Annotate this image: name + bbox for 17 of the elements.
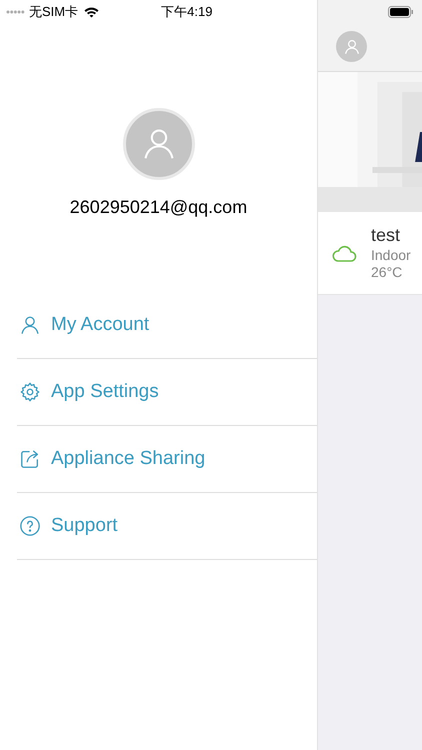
device-temperature: 26°C (371, 264, 404, 282)
device-name: test (371, 224, 402, 247)
email-text: 2602950214@qq.com (70, 196, 248, 219)
wifi-icon (84, 6, 100, 18)
device-location: Indoor (371, 246, 411, 264)
carrier-text: 无SIM卡 (29, 3, 78, 22)
battery-icon (388, 6, 414, 18)
settings-icon (19, 381, 41, 403)
signal-icon (6, 10, 25, 14)
profile-button[interactable] (336, 31, 367, 62)
cloud-icon (331, 243, 357, 263)
device-card[interactable]: test Indoor 26°C (318, 212, 422, 295)
person-icon (19, 314, 41, 336)
person-icon (342, 38, 360, 56)
clock-text: 下午4:19 (161, 3, 212, 22)
help-icon (19, 515, 41, 537)
share-icon (19, 448, 41, 470)
